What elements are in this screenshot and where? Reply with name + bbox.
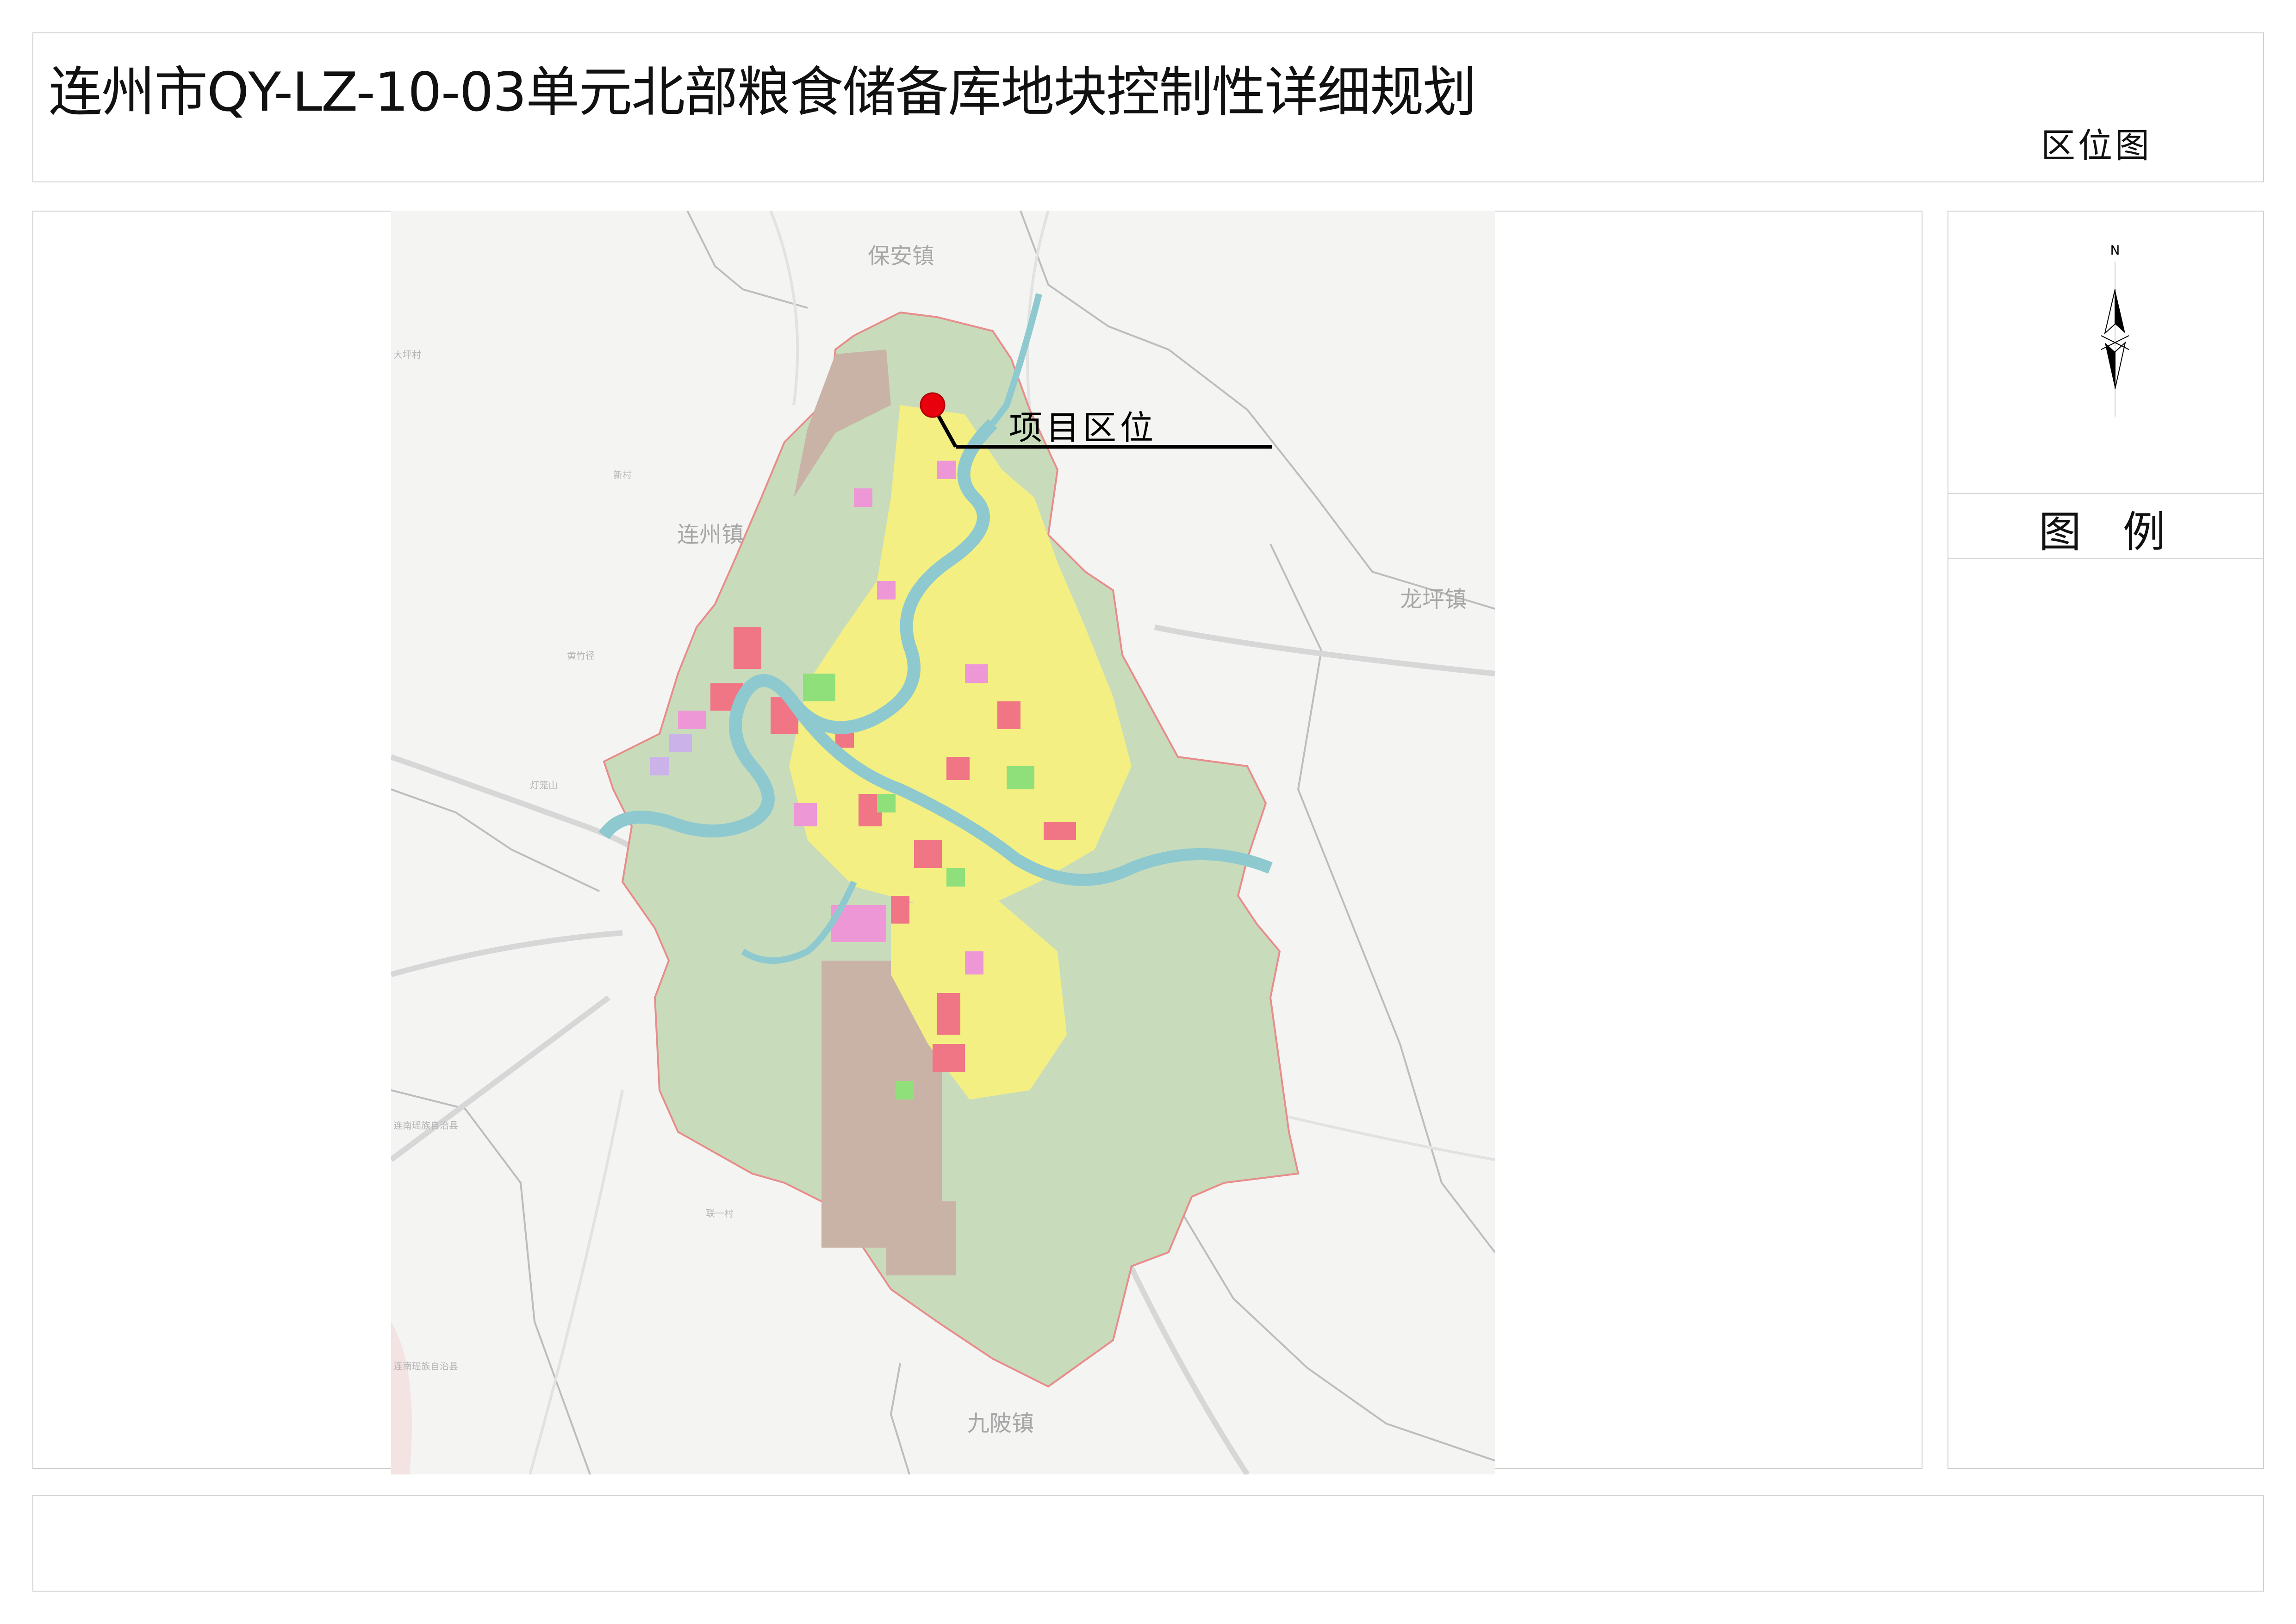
north-label: N <box>2110 243 2120 258</box>
legend-divider <box>1948 493 2263 494</box>
legend-divider <box>1948 558 2263 559</box>
project-location-marker[interactable] <box>920 392 946 418</box>
north-arrow-icon: N <box>2097 241 2134 428</box>
callout-overlay <box>920 392 1272 449</box>
legend-title: 图例 <box>2039 507 2208 557</box>
project-location-label: 项目区位 <box>1009 408 1157 447</box>
